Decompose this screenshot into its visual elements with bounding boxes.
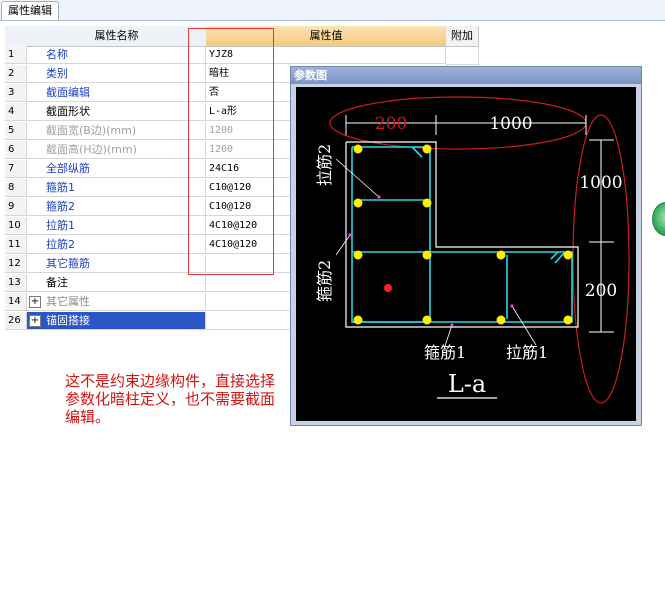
property-name-label: 全部纵筋 [46,162,90,175]
section-diagram: 200 1000 1000 200 拉筋2 箍筋2 箍筋1 拉筋1 L-a [296,87,636,421]
row-index: 13 [5,274,27,292]
stirrups [351,146,573,323]
section-outline [345,141,579,328]
panel-title: 参数图 [291,67,641,84]
property-name[interactable]: 截面高(H边)(mm) [27,141,206,159]
label-lajin1: 拉筋1 [506,343,548,362]
property-name[interactable]: 截面编辑 [27,84,206,102]
property-name-label: 箍筋2 [46,200,75,213]
row-index: 4 [5,103,27,121]
row-index: 14 [5,293,27,311]
property-name-label: 截面形状 [46,105,90,118]
row-index: 10 [5,217,27,235]
property-name[interactable]: 截面宽(B边)(mm) [27,122,206,140]
property-name-label: 其它箍筋 [46,257,90,270]
row-index: 11 [5,236,27,254]
property-name[interactable]: 箍筋1 [27,179,206,197]
property-name[interactable]: 其它属性 [27,293,206,311]
expand-icon[interactable]: + [29,296,41,308]
property-name-label: 锚固搭接 [46,314,90,327]
header-property-name[interactable]: 属性名称 [27,26,207,47]
section-diagram-svg: 200 1000 1000 200 拉筋2 箍筋2 箍筋1 拉筋1 L-a [315,96,630,404]
dim-right-top: 1000 [579,173,622,193]
row-index: 8 [5,179,27,197]
property-name-label: 名称 [46,48,68,61]
property-name-label: 截面编辑 [46,86,90,99]
row-index: 6 [5,141,27,159]
property-name[interactable]: 名称 [27,46,206,64]
property-name-label: 截面宽(B边)(mm) [46,124,137,137]
dim-top-right: 1000 [489,114,532,134]
property-name[interactable]: 拉筋2 [27,236,206,254]
row-index: 1 [5,46,27,64]
property-name[interactable]: 锚固搭接 [27,312,206,330]
property-name-label: 类别 [46,67,68,80]
annotation-highlight-box [188,28,274,275]
property-extra[interactable] [446,46,479,65]
property-name[interactable]: 全部纵筋 [27,160,206,178]
row-index: 2 [5,65,27,83]
property-name-label: 备注 [46,276,68,289]
property-name[interactable]: 拉筋1 [27,217,206,235]
annotation-note: 这不是约束边缘构件，直接选择参数化暗柱定义，也不需要截面编辑。 [65,372,276,426]
row-index: 7 [5,160,27,178]
label-gujin2: 箍筋2 [315,260,334,302]
row-index: 9 [5,198,27,216]
row-index: 5 [5,122,27,140]
header-index [5,26,28,47]
property-name-label: 拉筋2 [46,238,75,251]
tab-bar: 属性编辑 [0,0,665,21]
property-name[interactable]: 备注 [27,274,206,292]
row-index: 3 [5,84,27,102]
property-name[interactable]: 箍筋2 [27,198,206,216]
center-point [384,284,392,292]
property-name-label: 箍筋1 [46,181,75,194]
row-index: 26 [5,312,27,330]
label-gujin1: 箍筋1 [424,343,466,362]
header-extra[interactable]: 附加 [446,26,479,47]
expand-icon[interactable]: + [29,315,41,327]
rebar-dots [353,144,573,325]
dim-top-left: 200 [375,114,407,134]
property-name-label: 拉筋1 [46,219,75,232]
property-name[interactable]: 类别 [27,65,206,83]
side-toggle-button[interactable] [652,202,665,236]
property-name[interactable]: 截面形状 [27,103,206,121]
label-shape: L-a [448,370,486,398]
row-index: 12 [5,255,27,273]
label-lajin2: 拉筋2 [315,144,334,186]
tab-property-edit[interactable]: 属性编辑 [1,1,59,20]
dim-right-bottom: 200 [585,281,617,301]
property-name-label: 截面高(H边)(mm) [46,143,137,156]
property-name-label: 其它属性 [46,295,90,308]
parameter-diagram-panel: 参数图 200 1000 1000 200 拉筋2 箍筋2 箍筋1 拉筋1 L-… [290,66,642,426]
property-name[interactable]: 其它箍筋 [27,255,206,273]
